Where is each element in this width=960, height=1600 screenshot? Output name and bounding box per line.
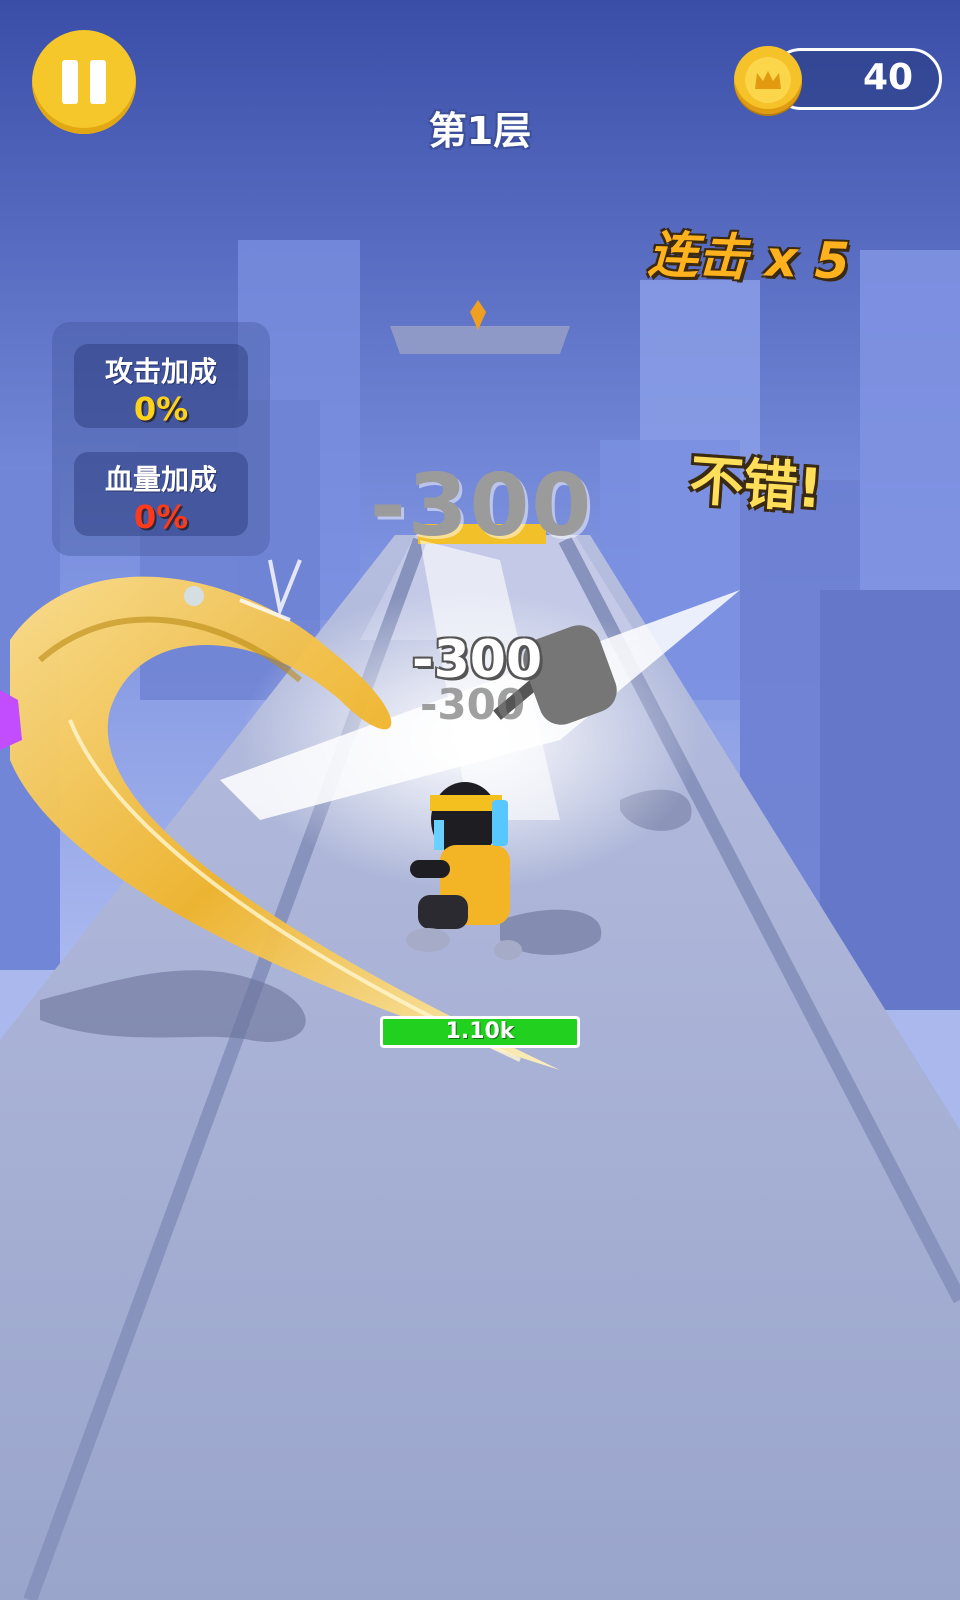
- pause-icon: [62, 60, 78, 104]
- pause-icon-bar: [90, 60, 106, 104]
- attack-bonus-value: 0%: [133, 390, 189, 428]
- health-bonus-value: 0%: [133, 498, 189, 536]
- level-title: 第1层: [428, 109, 532, 153]
- bonus-panel: 攻击加成 0% 血量加成 0%: [52, 322, 270, 556]
- crown-coin-icon: [734, 46, 802, 114]
- attack-bonus-label: 攻击加成: [104, 355, 217, 388]
- coin-value: 40: [862, 57, 914, 98]
- pause-button[interactable]: [32, 30, 136, 134]
- attack-bonus: 攻击加成 0%: [74, 344, 248, 428]
- damage-number-large: -300: [370, 456, 594, 556]
- damage-number: -300: [412, 630, 543, 690]
- combo-counter: 连击 x 5: [646, 225, 851, 291]
- health-bonus: 血量加成 0%: [74, 452, 248, 536]
- praise-text: 不错!: [687, 448, 825, 521]
- player-hp-bar: 1.10k: [380, 1016, 580, 1048]
- floating-platform: [390, 326, 570, 354]
- health-bonus-label: 血量加成: [104, 463, 217, 496]
